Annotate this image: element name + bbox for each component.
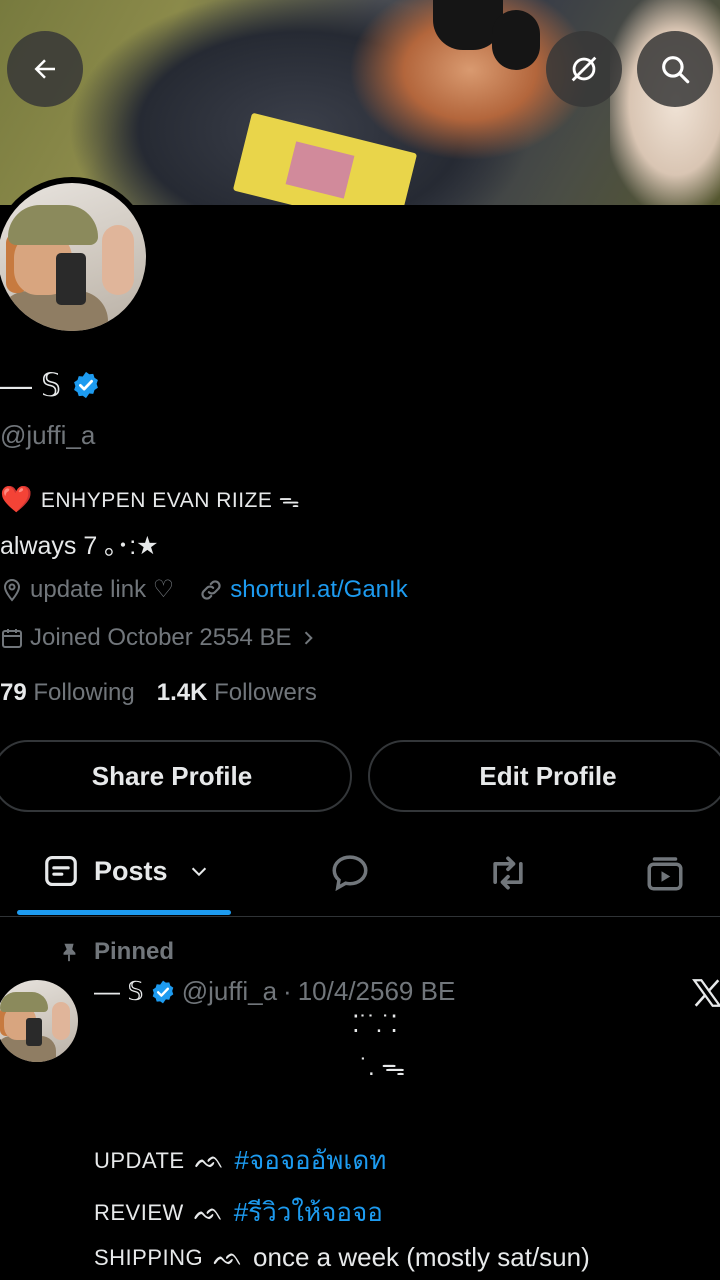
chevron-right-icon <box>304 631 313 645</box>
tab-replies[interactable] <box>329 851 371 893</box>
edit-profile-button[interactable]: Edit Profile <box>368 740 720 812</box>
tab-reposts[interactable] <box>486 851 530 895</box>
search-button[interactable] <box>637 31 713 107</box>
joined-text: Joined October 2554 BE <box>30 624 292 651</box>
grok-button[interactable] <box>546 31 622 107</box>
display-name-text: — 𝕊 <box>0 367 62 403</box>
hashtag-link[interactable]: #จอจออัพเดท <box>235 1140 387 1181</box>
following-link[interactable]: 79 Following <box>0 679 135 707</box>
hashtag-link[interactable]: #รีวิวให้จอจอ <box>234 1192 383 1233</box>
post-line-key: SHIPPING <box>94 1244 204 1270</box>
pinned-label: Pinned <box>58 938 174 966</box>
link-icon <box>201 579 221 600</box>
calendar-icon <box>2 629 22 648</box>
post-line-symbol: ᨒ <box>194 1146 225 1174</box>
post-line-key: REVIEW <box>94 1199 184 1225</box>
search-icon <box>662 56 690 84</box>
verified-badge-icon <box>152 980 174 1003</box>
verified-badge-icon[interactable] <box>71 370 101 400</box>
arrow-left-icon <box>34 59 55 79</box>
location-pin-icon <box>3 578 21 602</box>
post-kaomoji-line-2: ˙. ᯓ <box>360 1054 405 1081</box>
post-kaomoji-line-1: ⁚˙˙.˙⁚ <box>352 1011 398 1038</box>
follow-stats: 79 Following 1.4K Followers <box>0 679 317 707</box>
following-count: 79 <box>0 679 27 706</box>
location-text: update link ♡ <box>30 576 175 603</box>
followers-link[interactable]: 1.4K Followers <box>157 679 317 707</box>
post-line-update: UPDATE ᨒ #จอจออัพเดท <box>94 1140 386 1181</box>
profile-avatar[interactable] <box>0 177 152 337</box>
bio-text-1: ENHYPEN EVAN RIIZE ᯓ <box>40 488 300 512</box>
post-author-avatar[interactable] <box>0 980 78 1062</box>
post-author-name[interactable]: — 𝕊 <box>94 976 144 1007</box>
post-header: — 𝕊 @juffi_a · 10/4/2569 BE <box>94 976 455 1007</box>
pinned-text: Pinned <box>94 938 175 965</box>
bio-line-2: always 7 ｡･:★ <box>0 532 159 560</box>
post-line-shipping: SHIPPING ᨒ once a week (mostly sat/sun) <box>94 1242 590 1273</box>
banner-image-detail <box>492 10 540 70</box>
grok-icon <box>571 56 597 82</box>
website-link[interactable]: shorturl.at/GanIk <box>230 576 407 604</box>
following-label: Following <box>33 679 135 706</box>
post-line-symbol: ᨒ <box>213 1243 244 1271</box>
post-separator: · <box>283 976 292 1006</box>
followers-label: Followers <box>214 679 317 706</box>
tab-media[interactable] <box>644 852 686 894</box>
post-line-symbol: ᨒ <box>193 1198 224 1226</box>
back-button[interactable] <box>7 31 83 107</box>
share-profile-button[interactable]: Share Profile <box>0 740 352 812</box>
profile-banner[interactable] <box>0 0 720 205</box>
tab-posts[interactable]: Posts <box>42 852 210 890</box>
post-date[interactable]: 10/4/2569 BE <box>298 976 456 1007</box>
profile-meta-row: update link ♡ shorturl.at/GanIk <box>0 575 408 604</box>
joined-date[interactable]: Joined October 2554 BE <box>0 624 318 652</box>
chevron-down-icon <box>191 867 206 877</box>
post-line-value: once a week (mostly sat/sun) <box>253 1242 590 1272</box>
followers-count: 1.4K <box>156 679 208 706</box>
x-logo-icon <box>692 979 720 1007</box>
avatar-image <box>0 183 146 331</box>
posts-icon <box>45 855 77 887</box>
heart-emoji-icon: ❤️ <box>0 484 33 514</box>
tab-posts-label: Posts <box>94 855 168 886</box>
profile-handle: @juffi_a <box>0 420 96 450</box>
bio-line-1: ❤️ ENHYPEN EVAN RIIZE ᯓ <box>0 484 300 515</box>
post-line-key: UPDATE <box>94 1147 185 1173</box>
post-author-handle[interactable]: @juffi_a <box>182 976 277 1007</box>
active-tab-indicator <box>17 910 231 915</box>
display-name: — 𝕊 <box>0 366 101 404</box>
post-line-review: REVIEW ᨒ #รีวิวให้จอจอ <box>94 1192 383 1233</box>
pin-icon <box>63 943 76 962</box>
